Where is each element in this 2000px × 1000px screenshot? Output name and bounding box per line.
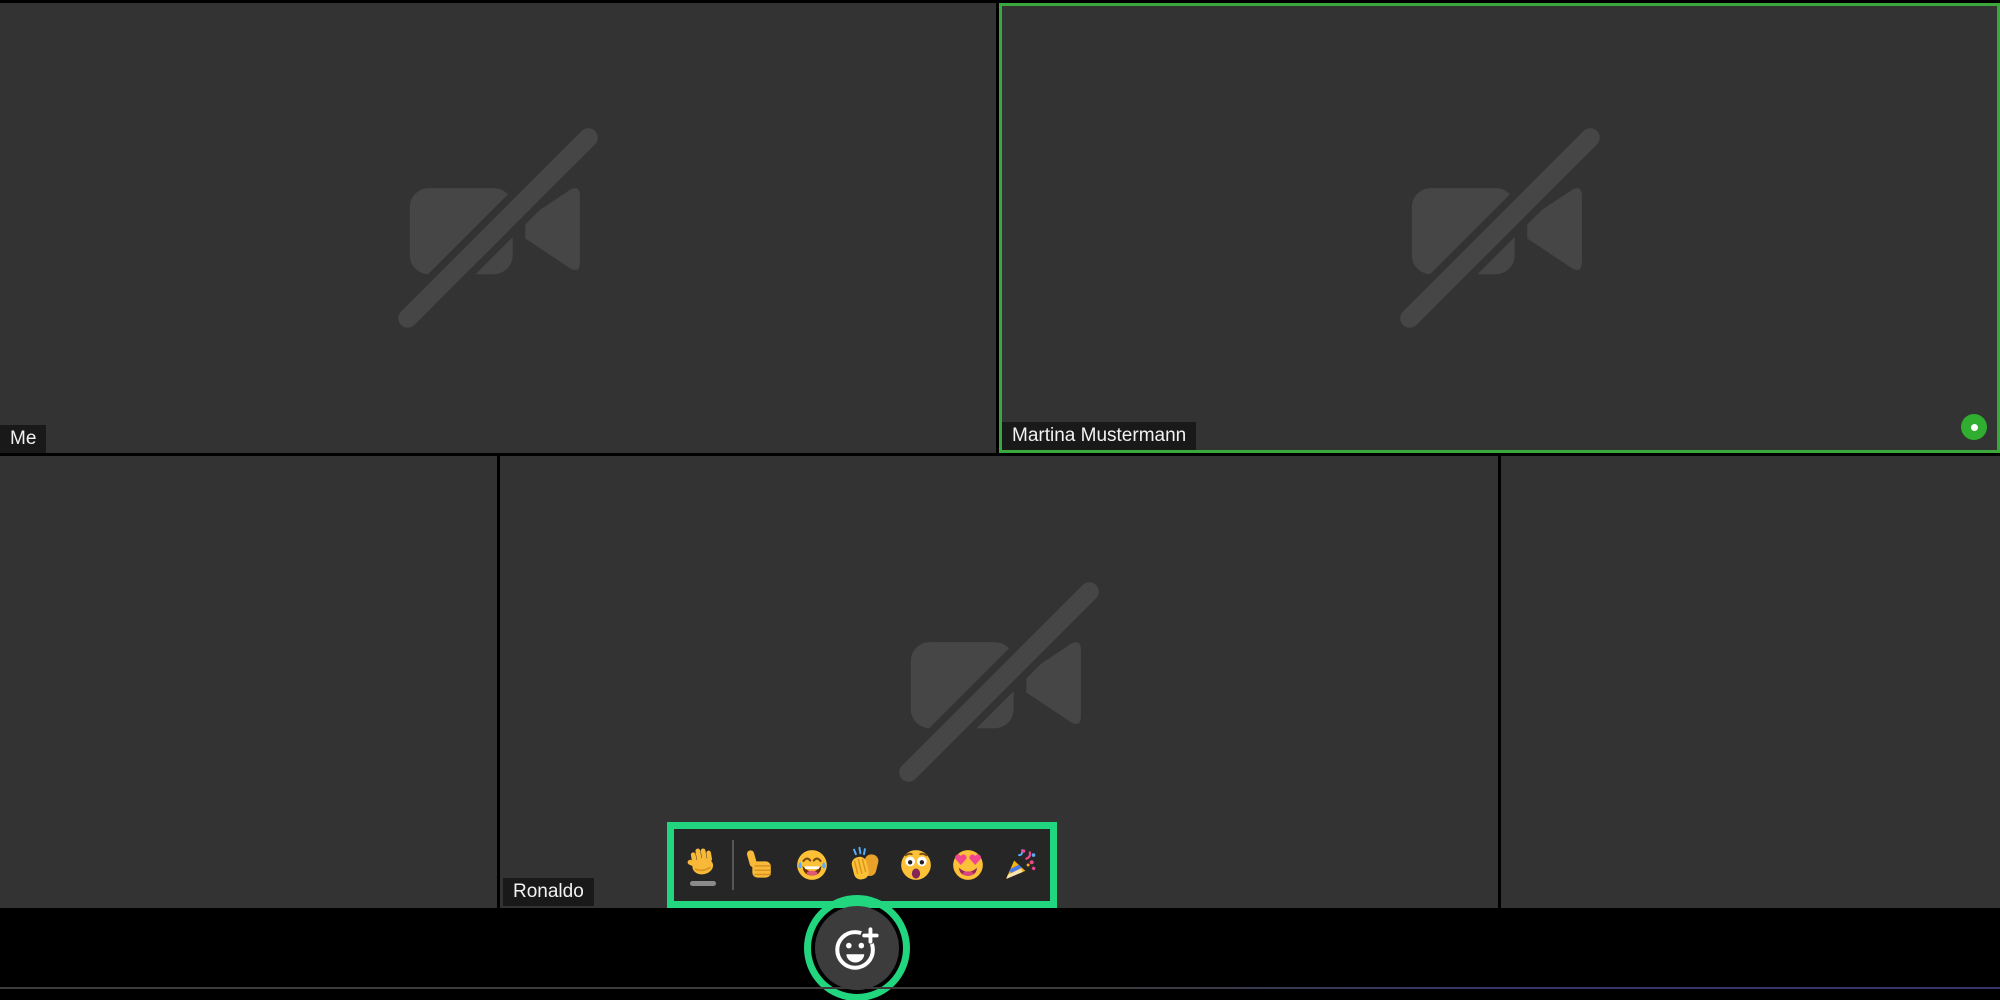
raised-hand-icon bbox=[686, 844, 720, 878]
reaction-heart-eyes-button[interactable] bbox=[942, 829, 994, 901]
participant-name: Me bbox=[0, 425, 46, 453]
camera-off-icon bbox=[894, 577, 1104, 787]
reaction-surprised-button[interactable] bbox=[890, 829, 942, 901]
empty-stage-left bbox=[0, 456, 497, 908]
reactions-bar-highlight bbox=[667, 822, 1057, 908]
raise-hand-active-underline bbox=[690, 881, 716, 886]
video-tile-me[interactable]: Me bbox=[0, 3, 996, 453]
window-bottom-border bbox=[0, 987, 2000, 989]
active-speaker-indicator bbox=[1961, 414, 1987, 440]
camera-off-icon bbox=[1395, 123, 1605, 333]
participant-name: Ronaldo bbox=[503, 878, 594, 906]
joy-face-icon bbox=[794, 847, 830, 883]
reaction-raise-hand-button[interactable] bbox=[674, 829, 732, 901]
thumbs-up-icon bbox=[742, 847, 778, 883]
party-popper-icon bbox=[1002, 847, 1038, 883]
reaction-thumbs-up-button[interactable] bbox=[734, 829, 786, 901]
reactions-button[interactable] bbox=[815, 906, 899, 990]
clapping-hands-icon bbox=[845, 846, 883, 884]
reaction-joy-button[interactable] bbox=[786, 829, 838, 901]
add-reaction-icon bbox=[832, 923, 882, 973]
reaction-clap-button[interactable] bbox=[838, 829, 890, 901]
surprised-face-icon bbox=[898, 847, 934, 883]
heart-eyes-face-icon bbox=[950, 847, 986, 883]
video-tile-martina[interactable]: Martina Mustermann bbox=[999, 3, 2000, 453]
camera-off-icon bbox=[393, 123, 603, 333]
reaction-party-popper-button[interactable] bbox=[994, 829, 1046, 901]
video-meeting-app: Me Martina Mustermann Ronaldo bbox=[0, 0, 2000, 1000]
empty-stage-right bbox=[1501, 456, 2000, 908]
participant-name: Martina Mustermann bbox=[1002, 422, 1196, 450]
